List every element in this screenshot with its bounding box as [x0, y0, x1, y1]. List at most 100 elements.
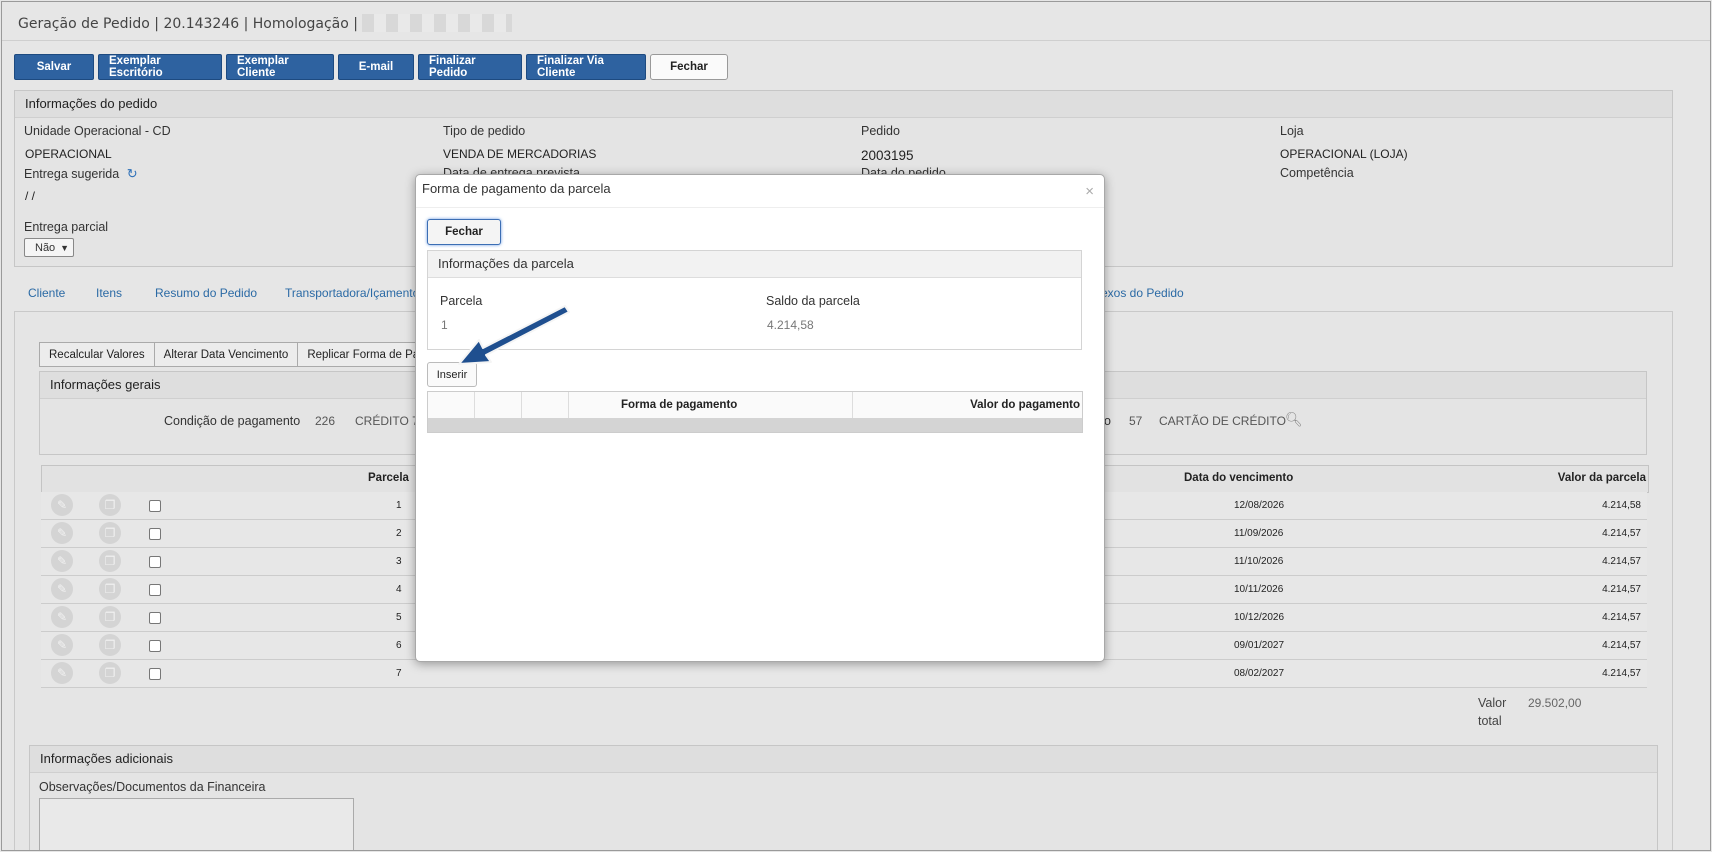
cell-data: 09/01/2027	[1234, 640, 1285, 651]
row-checkbox[interactable]	[149, 640, 161, 652]
copy-icon[interactable]: ❐	[99, 662, 121, 684]
row-checkbox[interactable]	[149, 584, 161, 596]
total-value: 29.502,00	[1528, 696, 1582, 710]
entrega-value: / /	[25, 189, 36, 203]
col-parcela: Parcela	[368, 472, 409, 484]
unidade-label: Unidade Operacional - CD	[24, 124, 171, 138]
save-button[interactable]: Salvar	[14, 54, 94, 80]
office-copy-button[interactable]: Exemplar Escritório	[98, 54, 222, 80]
entrega-label: Entrega sugerida ↻	[24, 166, 138, 182]
forma-code: 57	[1129, 414, 1143, 428]
cell-data: 08/02/2027	[1234, 668, 1285, 679]
copy-icon[interactable]: ❐	[99, 494, 121, 516]
refresh-icon[interactable]: ↻	[127, 166, 138, 181]
col-separator	[521, 392, 522, 418]
entrega-parcial-select[interactable]: Não ▼	[24, 238, 74, 257]
finalize-order-button[interactable]: Finalizar Pedido	[418, 54, 522, 80]
payment-modal: Forma de pagamento da parcela × Fechar I…	[415, 174, 1105, 662]
col-data-vencimento: Data do vencimento	[1184, 472, 1294, 484]
edit-icon[interactable]: ✎	[51, 522, 73, 544]
copy-icon[interactable]: ❐	[99, 578, 121, 600]
cell-parcela: 7	[396, 668, 402, 679]
cell-valor: 4.214,58	[1602, 500, 1641, 511]
modal-parcela-value: 1	[441, 318, 448, 332]
edit-icon[interactable]: ✎	[51, 578, 73, 600]
additional-info-panel: Informações adicionais Observações/Docum…	[29, 745, 1658, 850]
copy-icon[interactable]: ❐	[99, 606, 121, 628]
installment-info-title: Informações da parcela	[428, 251, 1081, 278]
row-checkbox[interactable]	[149, 528, 161, 540]
tab-cliente[interactable]: Cliente	[28, 286, 65, 300]
email-button[interactable]: E-mail	[338, 54, 414, 80]
copy-icon[interactable]: ❐	[99, 522, 121, 544]
tab-resumo[interactable]: Resumo do Pedido	[155, 286, 257, 300]
title-bar: Geração de Pedido | 20.143246 | Homologa…	[2, 2, 1710, 41]
table-row: ✎ ❐ 7 08/02/2027 4.214,57	[41, 660, 1647, 688]
redacted-environment	[362, 14, 513, 32]
forma-desc: CARTÃO DE CRÉDITO	[1159, 414, 1286, 428]
pedido-value: 2003195	[861, 148, 914, 163]
page-title: Geração de Pedido | 20.143246 | Homologa…	[18, 14, 513, 32]
cell-parcela: 4	[396, 584, 402, 595]
close-icon[interactable]: ×	[1085, 183, 1094, 200]
annotation-arrow-icon	[458, 305, 570, 365]
payment-table-header: Forma de pagamento Valor do pagamento	[427, 391, 1083, 419]
pedido-label: Pedido	[861, 124, 900, 138]
entrega-parcial-label: Entrega parcial	[24, 220, 109, 234]
total-label-1: Valor	[1478, 696, 1507, 710]
cell-parcela: 2	[396, 528, 402, 539]
col-valor-pagamento: Valor do pagamento	[970, 399, 1080, 411]
copy-icon[interactable]: ❐	[99, 634, 121, 656]
recalc-button[interactable]: Recalcular Valores	[39, 342, 155, 367]
tipo-label: Tipo de pedido	[443, 124, 526, 138]
row-checkbox[interactable]	[149, 556, 161, 568]
additional-info-title: Informações adicionais	[30, 746, 1657, 773]
copy-icon[interactable]: ❐	[99, 550, 121, 572]
entrega-parcial-value: Não	[35, 242, 56, 254]
cell-parcela: 1	[396, 500, 402, 511]
payment-table-body	[427, 418, 1083, 433]
finalize-via-client-button[interactable]: Finalizar Via Cliente	[526, 54, 646, 80]
obs-label: Observações/Documentos da Financeira	[39, 780, 266, 794]
tab-transportadora[interactable]: Transportadora/Içamento	[285, 286, 419, 300]
tipo-value: VENDA DE MERCADORIAS	[443, 147, 597, 161]
client-copy-button[interactable]: Exemplar Cliente	[226, 54, 334, 80]
cell-valor: 4.214,57	[1602, 556, 1641, 567]
row-checkbox[interactable]	[149, 500, 161, 512]
obs-textarea[interactable]	[39, 798, 354, 850]
edit-icon[interactable]: ✎	[51, 550, 73, 572]
col-separator	[568, 392, 569, 418]
tab-anexos[interactable]: exos do Pedido	[1101, 286, 1184, 300]
total-label-2: total	[1478, 714, 1502, 728]
edit-icon[interactable]: ✎	[51, 662, 73, 684]
cell-valor: 4.214,57	[1602, 612, 1641, 623]
change-due-date-button[interactable]: Alterar Data Vencimento	[153, 342, 299, 367]
chevron-down-icon: ▼	[60, 243, 69, 253]
competencia-label: Competência	[1280, 166, 1354, 180]
edit-icon[interactable]: ✎	[51, 494, 73, 516]
modal-divider	[416, 207, 1104, 208]
row-checkbox[interactable]	[149, 612, 161, 624]
unidade-value: OPERACIONAL	[25, 147, 112, 161]
tab-itens[interactable]: Itens	[96, 286, 122, 300]
loja-label: Loja	[1280, 124, 1304, 138]
modal-saldo-value: 4.214,58	[767, 318, 814, 332]
installment-toolbar: Recalcular Valores Alterar Data Vencimen…	[39, 342, 474, 367]
edit-icon[interactable]: ✎	[51, 634, 73, 656]
col-separator	[474, 392, 475, 418]
app-window: Geração de Pedido | 20.143246 | Homologa…	[1, 1, 1711, 851]
row-checkbox[interactable]	[149, 668, 161, 680]
cell-valor: 4.214,57	[1602, 528, 1641, 539]
search-icon[interactable]: 🔍︎	[1285, 411, 1303, 428]
modal-title: Forma de pagamento da parcela	[422, 181, 611, 196]
modal-close-button[interactable]: Fechar	[427, 219, 501, 245]
col-valor-parcela: Valor da parcela	[1557, 472, 1646, 484]
cell-data: 12/08/2026	[1234, 500, 1285, 511]
condicao-label: Condição de pagamento	[164, 414, 301, 428]
cell-valor: 4.214,57	[1602, 640, 1641, 651]
cell-valor: 4.214,57	[1602, 584, 1641, 595]
close-button[interactable]: Fechar	[650, 54, 728, 80]
edit-icon[interactable]: ✎	[51, 606, 73, 628]
modal-saldo-label: Saldo da parcela	[766, 294, 860, 308]
cell-valor: 4.214,57	[1602, 668, 1641, 679]
